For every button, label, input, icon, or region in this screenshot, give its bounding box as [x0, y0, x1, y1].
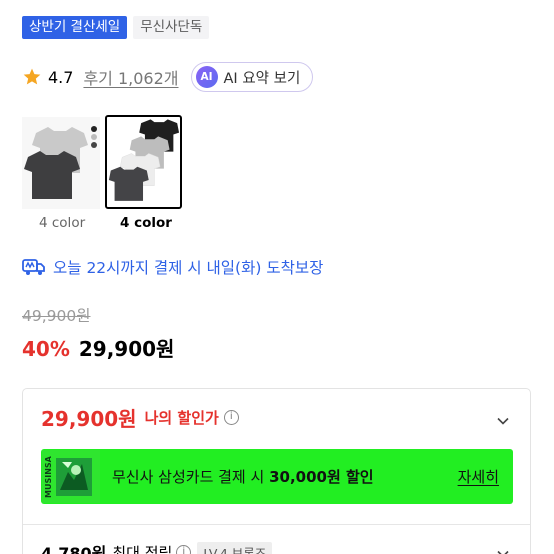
- ai-icon: AI: [195, 66, 218, 88]
- promo-text: 무신사 삼성카드 결제 시 30,000원 할인: [112, 468, 374, 486]
- my-discount-price: 29,900원: [41, 407, 137, 431]
- info-icon[interactable]: i: [176, 544, 192, 554]
- delivery-guarantee: 오늘 22시까지 결제 시 내일(화) 도착보장: [22, 256, 323, 278]
- my-price-row[interactable]: 29,900원 나의 할인가 i: [41, 403, 239, 432]
- divider: [23, 524, 530, 525]
- star-icon: [23, 68, 41, 85]
- max-points: 4,780원: [41, 544, 107, 554]
- rating-score: 4.7: [48, 67, 74, 87]
- ai-summary-button[interactable]: AI AI 요약 보기: [190, 62, 314, 92]
- truck-icon: [22, 259, 45, 275]
- tshirt-image: [107, 117, 180, 207]
- my-discount-label: 나의 할인가: [144, 409, 219, 427]
- points-row[interactable]: 4,780원 최대 적립 i LV.4 브론즈: [41, 540, 273, 554]
- max-points-label: 최대 적립: [112, 543, 173, 554]
- promo-card-image: MUSINSA: [42, 450, 100, 503]
- thumbnail-1-label: 4 color: [39, 215, 86, 231]
- price-row: 40% 29,900원: [22, 333, 174, 362]
- info-icon[interactable]: i: [223, 410, 239, 425]
- discount-rate: 40%: [22, 337, 70, 361]
- tshirt-image: [22, 117, 100, 209]
- color-thumbnail-2[interactable]: [105, 115, 182, 209]
- rating-row: 4.7 후기 1,062개 AI AI 요약 보기: [22, 62, 314, 92]
- promo-detail-link[interactable]: 자세히: [458, 466, 499, 487]
- exclusive-badge: 무신사단독: [133, 16, 210, 39]
- svg-text:MUSINSA: MUSINSA: [44, 455, 53, 498]
- card-promo-banner[interactable]: MUSINSA 무신사 삼성카드 결제 시 30,000원 할인 자세히: [41, 449, 513, 504]
- benefit-card: 29,900원 나의 할인가 i MUSINSA 무신사 삼성카드 결제 시 3…: [22, 388, 531, 554]
- thumbnail-2-label: 4 color: [120, 215, 172, 231]
- ai-summary-label: AI 요약 보기: [223, 70, 301, 87]
- chevron-down-icon[interactable]: [496, 414, 510, 428]
- review-count-link[interactable]: 후기 1,062개: [83, 65, 178, 89]
- sale-badge: 상반기 결산세일: [22, 16, 128, 39]
- delivery-text: 오늘 22시까지 결제 시 내일(화) 도착보장: [53, 259, 324, 277]
- badge-row: 상반기 결산세일 무신사단독: [22, 16, 210, 39]
- original-price: 49,900원: [22, 307, 91, 325]
- final-price: 29,900원: [78, 337, 175, 361]
- color-thumbnail-1[interactable]: [22, 117, 100, 209]
- member-level-badge: LV.4 브론즈: [197, 541, 273, 554]
- chevron-down-icon[interactable]: [496, 547, 510, 554]
